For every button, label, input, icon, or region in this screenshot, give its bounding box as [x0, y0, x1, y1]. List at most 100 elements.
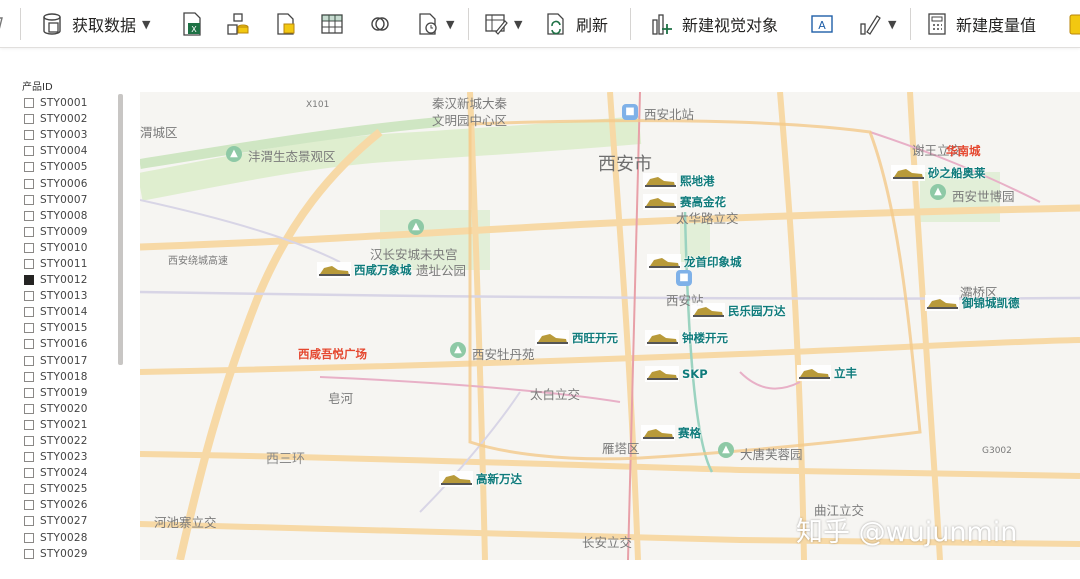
checkbox[interactable]	[24, 516, 34, 527]
checkbox[interactable]	[24, 532, 34, 543]
slicer-item[interactable]: STY0026	[24, 497, 102, 513]
slicer-item-label: STY0011	[40, 257, 88, 270]
checkbox[interactable]	[24, 387, 34, 398]
checkbox[interactable]	[24, 436, 34, 447]
checkbox[interactable]	[24, 242, 34, 253]
place-label: 西安牡丹苑	[472, 347, 535, 362]
park-icon: ▲	[930, 184, 946, 200]
checkbox[interactable]	[24, 226, 34, 237]
store-marker[interactable]: 龙首印象城	[646, 253, 742, 271]
store-marker[interactable]: 赛格	[640, 424, 701, 442]
slicer-item[interactable]: STY0003	[24, 127, 102, 143]
checkbox[interactable]	[24, 371, 34, 382]
textbox-button[interactable]: A	[810, 6, 834, 42]
slicer-item[interactable]: STY0023	[24, 449, 102, 465]
slicer-item[interactable]: STY0012	[24, 272, 102, 288]
slicer-item-label: STY0013	[40, 290, 88, 303]
dataverse-button[interactable]	[274, 6, 298, 42]
checkbox[interactable]	[24, 468, 34, 479]
slicer-item[interactable]: STY0013	[24, 288, 102, 304]
slicer-item[interactable]: STY0025	[24, 481, 102, 497]
excel-button[interactable]: X	[180, 6, 204, 42]
slicer-item[interactable]: STY0001	[24, 95, 102, 111]
checkbox[interactable]	[24, 419, 34, 430]
checkbox[interactable]	[24, 258, 34, 269]
checkbox[interactable]	[24, 130, 34, 141]
place-label: 长安立交	[582, 535, 633, 550]
checkbox[interactable]	[24, 210, 34, 221]
checkbox[interactable]	[24, 548, 34, 559]
checkbox[interactable]	[24, 178, 34, 189]
slicer-item[interactable]: STY0016	[24, 336, 102, 352]
slicer-item[interactable]: STY0022	[24, 433, 102, 449]
quick-measure-button[interactable]	[1068, 6, 1080, 42]
slicer-item[interactable]: STY0002	[24, 111, 102, 127]
slicer-item-label: STY0019	[40, 386, 88, 399]
slicer-item[interactable]: STY0029	[24, 546, 102, 562]
store-marker[interactable]: 砂之船奥莱	[890, 164, 986, 182]
road-label: 西安绕城高速	[168, 256, 228, 267]
store-marker[interactable]: 钟楼开元	[644, 329, 728, 347]
checkbox[interactable]	[24, 500, 34, 511]
checkbox[interactable]	[24, 339, 34, 350]
store-marker[interactable]: 西旺开元	[534, 329, 618, 347]
place-label: 雁塔区	[602, 441, 640, 456]
slicer-item-label: STY0022	[40, 435, 88, 448]
checkbox[interactable]	[24, 146, 34, 157]
recent-button[interactable]: ▼	[416, 6, 454, 42]
road-label: G3002	[982, 446, 1012, 456]
checkbox[interactable]	[24, 275, 34, 286]
store-marker[interactable]: 赛高金花	[642, 193, 726, 211]
checkbox[interactable]	[24, 98, 34, 109]
store-marker[interactable]: 熙地港	[642, 172, 715, 190]
checkbox[interactable]	[24, 355, 34, 366]
place-label: 西安世博园	[952, 189, 1015, 204]
checkbox[interactable]	[24, 194, 34, 205]
get-data-button[interactable]: 获取数据 ▼	[40, 6, 150, 42]
slicer-item[interactable]: STY0010	[24, 240, 102, 256]
slicer-item[interactable]: STY0005	[24, 159, 102, 175]
slicer-item[interactable]: STY0019	[24, 385, 102, 401]
recent-sources-button[interactable]	[368, 6, 392, 42]
slicer-item[interactable]: STY0006	[24, 175, 102, 191]
slicer-item[interactable]: STY0028	[24, 530, 102, 546]
checkbox[interactable]	[24, 403, 34, 414]
slicer-item[interactable]: STY0004	[24, 143, 102, 159]
new-visual-button[interactable]: 新建视觉对象	[650, 6, 778, 42]
slicer-item[interactable]: STY0020	[24, 401, 102, 417]
slicer-item-label: STY0025	[40, 483, 88, 496]
store-marker[interactable]: 西咸万象城	[316, 261, 412, 279]
checkbox[interactable]	[24, 452, 34, 463]
slicer-item[interactable]: STY0024	[24, 465, 102, 481]
slicer-scrollbar[interactable]	[118, 94, 123, 365]
slicer-item[interactable]: STY0014	[24, 304, 102, 320]
slicer-item[interactable]: STY0018	[24, 369, 102, 385]
store-marker[interactable]: 立丰	[796, 364, 857, 382]
store-map[interactable]: 渭城区 秦汉新城大秦 文明园中心区 ■ 西安北站 ▲ 沣渭生态景观区 西安市 谢…	[140, 92, 1080, 560]
more-visuals-button[interactable]: ▼	[858, 6, 896, 42]
new-measure-button[interactable]: 新建度量值	[926, 6, 1036, 42]
checkbox[interactable]	[24, 307, 34, 318]
store-marker[interactable]: 御锦城凯德	[924, 294, 1020, 312]
slicer-item[interactable]: STY0008	[24, 208, 102, 224]
store-marker[interactable]: 高新万达	[438, 470, 522, 488]
slicer-item[interactable]: STY0009	[24, 224, 102, 240]
store-marker[interactable]: SKP	[644, 365, 708, 383]
slicer-item[interactable]: STY0021	[24, 417, 102, 433]
checkbox[interactable]	[24, 323, 34, 334]
slicer-item[interactable]: STY0027	[24, 513, 102, 529]
slicer-item[interactable]: STY0011	[24, 256, 102, 272]
enter-data-button[interactable]	[320, 6, 344, 42]
slicer-item[interactable]: STY0017	[24, 353, 102, 369]
checkbox[interactable]	[24, 114, 34, 125]
dataset-button[interactable]	[226, 6, 250, 42]
slicer-item[interactable]: STY0015	[24, 320, 102, 336]
slicer-item[interactable]: STY0007	[24, 192, 102, 208]
refresh-button[interactable]: 刷新	[544, 6, 608, 42]
checkbox[interactable]	[24, 162, 34, 173]
checkbox[interactable]	[24, 484, 34, 495]
checkbox[interactable]	[24, 291, 34, 302]
store-marker[interactable]: 民乐园万达	[690, 302, 786, 320]
transform-data-button[interactable]: ▼	[484, 6, 522, 42]
slicer-item-label: STY0029	[40, 547, 88, 560]
